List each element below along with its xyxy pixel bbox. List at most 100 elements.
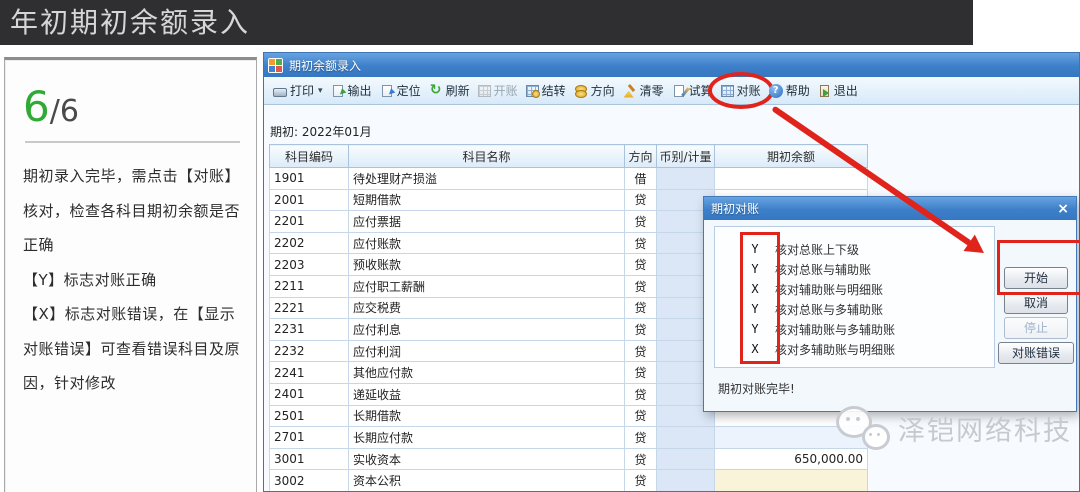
export-icon (333, 85, 343, 97)
check-mark: Y (749, 242, 761, 256)
cell-code: 2221 (270, 297, 349, 319)
cell-code: 2203 (270, 254, 349, 276)
cell-name: 资本公积 (349, 470, 625, 492)
carryover-button[interactable]: 结转 (522, 80, 570, 101)
refresh-button[interactable]: ↻ 刷新 (425, 80, 474, 101)
cell-name: 实收资本 (349, 448, 625, 470)
period-label: 期初: 2022年01月 (270, 123, 372, 140)
table-row: 2701 长期应付款 贷 (270, 427, 868, 449)
dialog-title: 期初对账 (711, 200, 759, 217)
tutorial-paragraph: 期初录入完毕，需点击【对账】核对，检查各科目期初余额是否正确 (23, 159, 242, 263)
trial-balance-button[interactable]: 试算 (668, 80, 717, 101)
reconcile-icon (721, 85, 734, 97)
cell-direction: 贷 (625, 470, 657, 492)
print-button[interactable]: 打印 ▾ (269, 80, 327, 101)
cell-name: 应付票据 (349, 211, 625, 233)
locate-icon (382, 85, 392, 97)
cell-direction: 贷 (625, 383, 657, 405)
cell-direction: 贷 (625, 189, 657, 211)
cell-name: 长期应付款 (349, 427, 625, 449)
cell-code: 2001 (270, 189, 349, 211)
cell-code: 2401 (270, 383, 349, 405)
cell-direction: 贷 (625, 427, 657, 449)
header-opening-balance: 期初余额 (715, 145, 868, 168)
direction-button[interactable]: 方向 (570, 80, 619, 101)
check-label: 核对辅助账与明细账 (775, 281, 883, 298)
clear-button[interactable]: 清零 (619, 80, 668, 101)
cell-name: 应付利息 (349, 319, 625, 341)
reconcile-button[interactable]: 对账 (717, 80, 765, 101)
reconcile-errors-button[interactable]: 对账错误 (998, 342, 1074, 364)
print-dropdown-caret[interactable]: ▾ (318, 86, 323, 96)
start-button[interactable]: 开始 (1004, 267, 1068, 289)
check-mark: Y (749, 322, 761, 336)
cell-name: 应付职工薪酬 (349, 275, 625, 297)
table-header-row: 科目编码 科目名称 方向 币别/计量 期初余额 (270, 145, 868, 168)
help-icon: ? (769, 84, 783, 98)
cell-code: 1901 (270, 168, 349, 190)
cell-balance[interactable] (715, 427, 868, 449)
cell-name: 其他应付款 (349, 362, 625, 384)
cell-name: 应付利润 (349, 340, 625, 362)
cell-code: 2201 (270, 211, 349, 233)
help-button[interactable]: ? 帮助 (765, 80, 814, 101)
cell-code: 2231 (270, 319, 349, 341)
refresh-icon: ↻ (429, 84, 443, 98)
tutorial-panel: 6 /6 期初录入完毕，需点击【对账】核对，检查各科目期初余额是否正确 【Y】标… (4, 57, 257, 492)
cell-balance[interactable] (715, 168, 868, 190)
divider (25, 141, 240, 143)
header-account-name: 科目名称 (349, 145, 625, 168)
cell-balance-selected[interactable] (715, 470, 868, 492)
check-item: Y 核对总账与多辅助账 (715, 299, 994, 319)
cell-currency (657, 448, 715, 470)
cell-direction: 贷 (625, 211, 657, 233)
cell-name: 短期借款 (349, 189, 625, 211)
cell-code: 2202 (270, 232, 349, 254)
cell-direction: 贷 (625, 405, 657, 427)
cell-name: 长期借款 (349, 405, 625, 427)
table-row: 1901 待处理财产损溢 借 (270, 168, 868, 190)
exit-button[interactable]: 退出 (814, 80, 862, 101)
check-label: 核对辅助账与多辅助账 (775, 321, 895, 338)
printer-icon (273, 88, 287, 97)
check-label: 核对多辅助账与明细账 (775, 341, 895, 358)
window-titlebar: 期初余额录入 (264, 53, 1079, 77)
cell-name: 待处理财产损溢 (349, 168, 625, 190)
check-mark: Y (749, 262, 761, 276)
cell-direction: 借 (625, 168, 657, 190)
dialog-status: 期初对账完毕! (718, 380, 795, 397)
cell-direction: 贷 (625, 448, 657, 470)
header-account-code: 科目编码 (270, 145, 349, 168)
table-row: 3001 实收资本 贷 650,000.00 (270, 448, 868, 470)
close-icon[interactable]: × (1057, 202, 1069, 216)
direction-icon (574, 84, 588, 98)
cell-name: 预收账款 (349, 254, 625, 276)
open-account-icon (478, 85, 491, 97)
export-button[interactable]: 输出 (327, 80, 376, 101)
exit-icon (820, 85, 829, 97)
check-item: Y 核对总账上下级 (715, 239, 994, 259)
reconcile-dialog: 期初对账 × Y 核对总账上下级 Y 核对总账与辅助账 X 核对辅助账与明细账 … (703, 196, 1077, 412)
cell-direction: 贷 (625, 232, 657, 254)
cell-direction: 贷 (625, 319, 657, 341)
cell-code: 3002 (270, 470, 349, 492)
check-label: 核对总账与多辅助账 (775, 301, 883, 318)
cell-direction: 贷 (625, 362, 657, 384)
trial-balance-icon (674, 85, 684, 97)
cell-balance[interactable]: 650,000.00 (715, 448, 868, 470)
step-total: /6 (50, 94, 79, 129)
locate-button[interactable]: 定位 (376, 80, 425, 101)
check-item: X 核对辅助账与明细账 (715, 279, 994, 299)
cell-code: 2241 (270, 362, 349, 384)
clear-icon (623, 84, 637, 98)
check-item: X 核对多辅助账与明细账 (715, 339, 994, 359)
tutorial-paragraph: 【X】标志对账错误，在【显示对账错误】可查看错误科目及原因，针对修改 (23, 297, 242, 401)
cell-name: 应付账款 (349, 232, 625, 254)
toolbar: 打印 ▾ 输出 定位 ↻ 刷新 开账 结转 (264, 77, 1079, 105)
cell-name: 递延收益 (349, 383, 625, 405)
screenshot-stage: 年初期初余额录入 6 /6 期初录入完毕，需点击【对账】核对，检查各科目期初余额… (0, 0, 1080, 492)
cell-direction: 贷 (625, 340, 657, 362)
step-current: 6 (23, 82, 50, 131)
cancel-button[interactable]: 取消 (1004, 292, 1068, 314)
cell-currency (657, 470, 715, 492)
